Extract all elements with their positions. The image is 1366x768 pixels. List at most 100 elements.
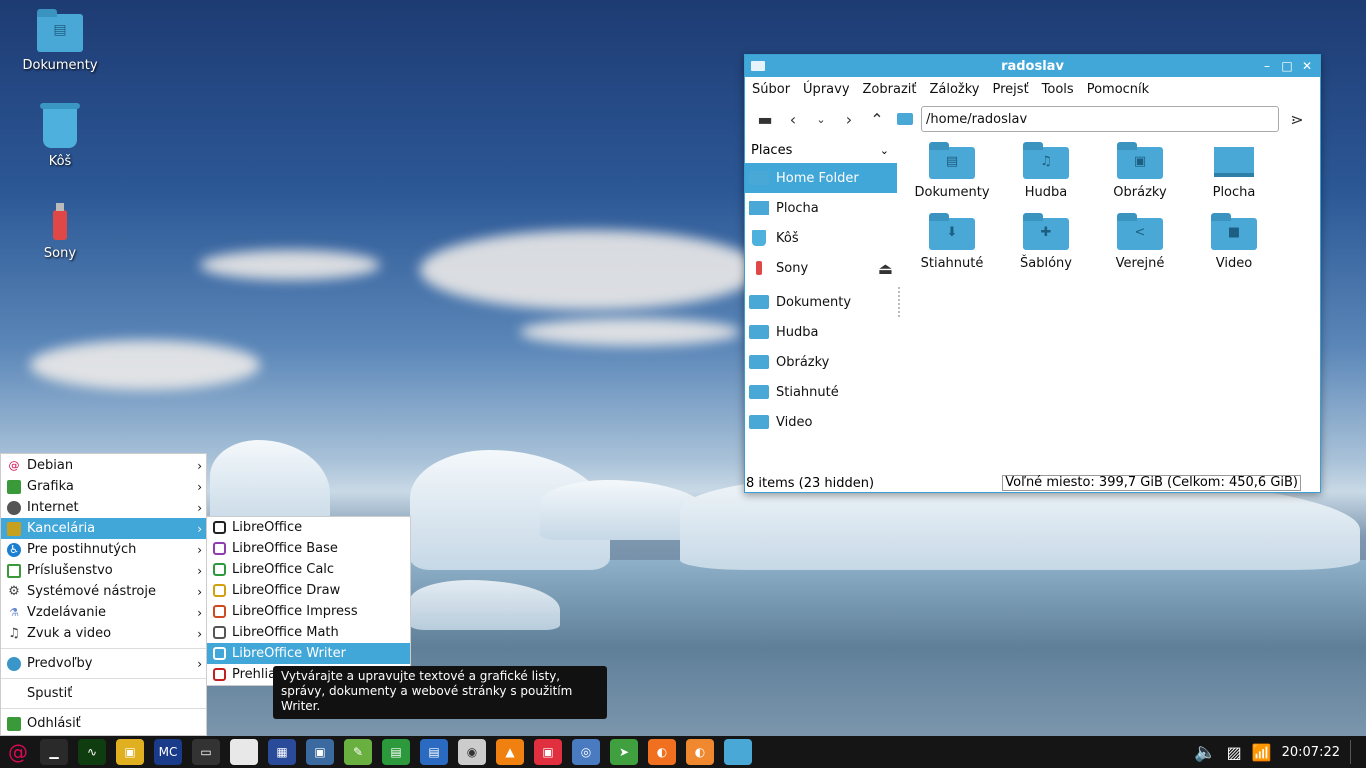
submenu-item-base[interactable]: LibreOffice Base	[207, 538, 410, 559]
activity-monitor-icon[interactable]: ∿	[78, 739, 106, 765]
sidebar-item-home-folder[interactable]: Home Folder	[745, 163, 897, 193]
file-item-verejne[interactable]: < Verejné	[1093, 213, 1187, 271]
menu-item-kancelaria[interactable]: Kancelária ›	[1, 518, 206, 539]
power-manager-icon[interactable]: ▨	[1227, 743, 1242, 762]
trash-icon	[40, 103, 80, 148]
file-item-video[interactable]: ■ Video	[1187, 213, 1281, 271]
sidebar-item-hudba[interactable]: Hudba	[745, 317, 897, 347]
menu-zalozky[interactable]: Záložky	[929, 82, 986, 97]
disc-icon[interactable]: ◉	[458, 739, 486, 765]
sidebar-item-dokumenty[interactable]: Dokumenty	[745, 287, 897, 317]
file-item-plocha[interactable]: Plocha	[1187, 143, 1281, 200]
up-button[interactable]: ⌃	[863, 105, 891, 133]
file-item-sablony[interactable]: ✚ Šablóny	[999, 213, 1093, 271]
back-button[interactable]: ‹	[779, 105, 807, 133]
desktop-icon-trash[interactable]: Kôš	[10, 103, 110, 169]
submenu-item-draw[interactable]: LibreOffice Draw	[207, 580, 410, 601]
menu-item-internet[interactable]: Internet ›	[1, 497, 206, 518]
submenu-item-math[interactable]: LibreOffice Math	[207, 622, 410, 643]
submenu-item-writer[interactable]: LibreOffice Writer	[207, 643, 410, 664]
menu-tools[interactable]: Tools	[1042, 82, 1081, 97]
minimize-button[interactable]: –	[1260, 59, 1274, 73]
package-icon[interactable]: ▣	[116, 739, 144, 765]
blank-document-icon[interactable]	[230, 739, 258, 765]
file-item-obrazky[interactable]: ▣ Obrázky	[1093, 142, 1187, 200]
file-item-label: Video	[1215, 256, 1253, 271]
firefox-alt-icon[interactable]: ◐	[686, 739, 714, 765]
sidebar-item-obrazky[interactable]: Obrázky	[745, 347, 897, 377]
menu-prejst[interactable]: Prejsť	[993, 82, 1036, 97]
sidebar-item-label: Hudba	[776, 324, 819, 340]
chromium-icon[interactable]: ◎	[572, 739, 600, 765]
start-menu: @ Debian › Grafika › Internet › Kancelár…	[0, 453, 207, 736]
submenu-item-calc[interactable]: LibreOffice Calc	[207, 559, 410, 580]
close-button[interactable]: ✕	[1300, 59, 1314, 73]
forward-button[interactable]: ›	[835, 105, 863, 133]
menu-separator	[1, 678, 206, 679]
feed-icon[interactable]: ➤	[610, 739, 638, 765]
menu-item-spustit[interactable]: Spustiť	[1, 683, 206, 704]
menu-item-predvolby[interactable]: Predvoľby ›	[1, 653, 206, 674]
menu-item-prislusenstvo[interactable]: Príslušenstvo ›	[1, 560, 206, 581]
cloud	[200, 250, 380, 280]
vlc-icon[interactable]: ▲	[496, 739, 524, 765]
calculator-icon[interactable]: ▦	[268, 739, 296, 765]
store-icon[interactable]: ▣	[534, 739, 562, 765]
history-dropdown-button[interactable]: ⌄	[807, 105, 835, 133]
submenu-item-impress[interactable]: LibreOffice Impress	[207, 601, 410, 622]
maximize-button[interactable]: □	[1280, 59, 1294, 73]
midnight-commander-icon[interactable]: MC	[154, 739, 182, 765]
music-note-icon: ♫	[8, 626, 20, 641]
sidebar-item-label: Video	[776, 414, 813, 430]
submenu-item-libreoffice[interactable]: LibreOffice	[207, 517, 410, 538]
file-item-stiahnute[interactable]: ⬇ Stiahnuté	[905, 213, 999, 271]
drives-icon[interactable]: ▬	[751, 105, 779, 133]
sidebar-item-label: Plocha	[776, 200, 819, 216]
menu-item-system-tools[interactable]: ⚙ Systémové nástroje ›	[1, 581, 206, 602]
eject-icon[interactable]: ⏏	[878, 259, 893, 278]
draw-icon[interactable]: ✎	[344, 739, 372, 765]
file-item-hudba[interactable]: ♫ Hudba	[999, 142, 1093, 200]
menu-item-label: Pre postihnutých	[27, 542, 137, 557]
writer-icon[interactable]: ▤	[420, 739, 448, 765]
places-header[interactable]: Places ⌄	[745, 137, 897, 163]
chevron-down-icon[interactable]: ⌄	[880, 144, 889, 157]
firefox-icon[interactable]: ◐	[648, 739, 676, 765]
menu-item-debian[interactable]: @ Debian ›	[1, 455, 206, 476]
sidebar-splitter-handle[interactable]	[898, 287, 900, 317]
calc-icon[interactable]: ▤	[382, 739, 410, 765]
volume-icon[interactable]: 🔈	[1194, 742, 1216, 763]
menu-pomocnik[interactable]: Pomocník	[1087, 82, 1156, 97]
menu-item-vzdelavanie[interactable]: ⚗ Vzdelávanie ›	[1, 602, 206, 623]
file-item-label: Dokumenty	[914, 185, 990, 200]
sidebar-item-stiahnute[interactable]: Stiahnuté	[745, 377, 897, 407]
menu-item-grafika[interactable]: Grafika ›	[1, 476, 206, 497]
cloud	[520, 318, 740, 346]
sidebar-item-plocha[interactable]: Plocha	[745, 193, 897, 223]
file-manager-icon[interactable]	[724, 739, 752, 765]
window-titlebar[interactable]: radoslav – □ ✕	[745, 55, 1320, 77]
video-folder-icon	[749, 415, 769, 429]
menu-subor[interactable]: Súbor	[752, 82, 797, 97]
sidebar-item-video[interactable]: Video	[745, 407, 897, 437]
desktop-icon-dokumenty[interactable]: ▤ Dokumenty	[10, 9, 110, 73]
image-viewer-icon[interactable]: ▣	[306, 739, 334, 765]
menu-item-accessibility[interactable]: ♿ Pre postihnutých ›	[1, 539, 206, 560]
wifi-icon[interactable]: 📶	[1252, 743, 1272, 762]
system-monitor-icon[interactable]: ▁	[40, 739, 68, 765]
terminal-icon[interactable]: ▭	[192, 739, 220, 765]
file-item-dokumenty[interactable]: ▤ Dokumenty	[905, 142, 999, 200]
menu-item-label: Predvoľby	[27, 656, 93, 671]
start-menu-button[interactable]: @	[4, 739, 32, 765]
menu-item-zvuk-video[interactable]: ♫ Zvuk a video ›	[1, 623, 206, 644]
menu-item-odhlasit[interactable]: Odhlásiť	[1, 713, 206, 734]
menu-upravy[interactable]: Úpravy	[803, 82, 856, 97]
clock[interactable]: 20:07:22	[1282, 745, 1340, 760]
sidebar-item-kos[interactable]: Kôš	[745, 223, 897, 253]
sidebar-item-sony[interactable]: Sony ⏏	[745, 253, 897, 283]
show-desktop-button[interactable]	[1350, 740, 1362, 764]
path-input[interactable]: /home/radoslav	[921, 106, 1279, 132]
menu-zobrazit[interactable]: Zobraziť	[863, 82, 924, 97]
go-button[interactable]: ⋗	[1283, 105, 1311, 133]
desktop-icon-sony[interactable]: Sony	[10, 203, 110, 261]
